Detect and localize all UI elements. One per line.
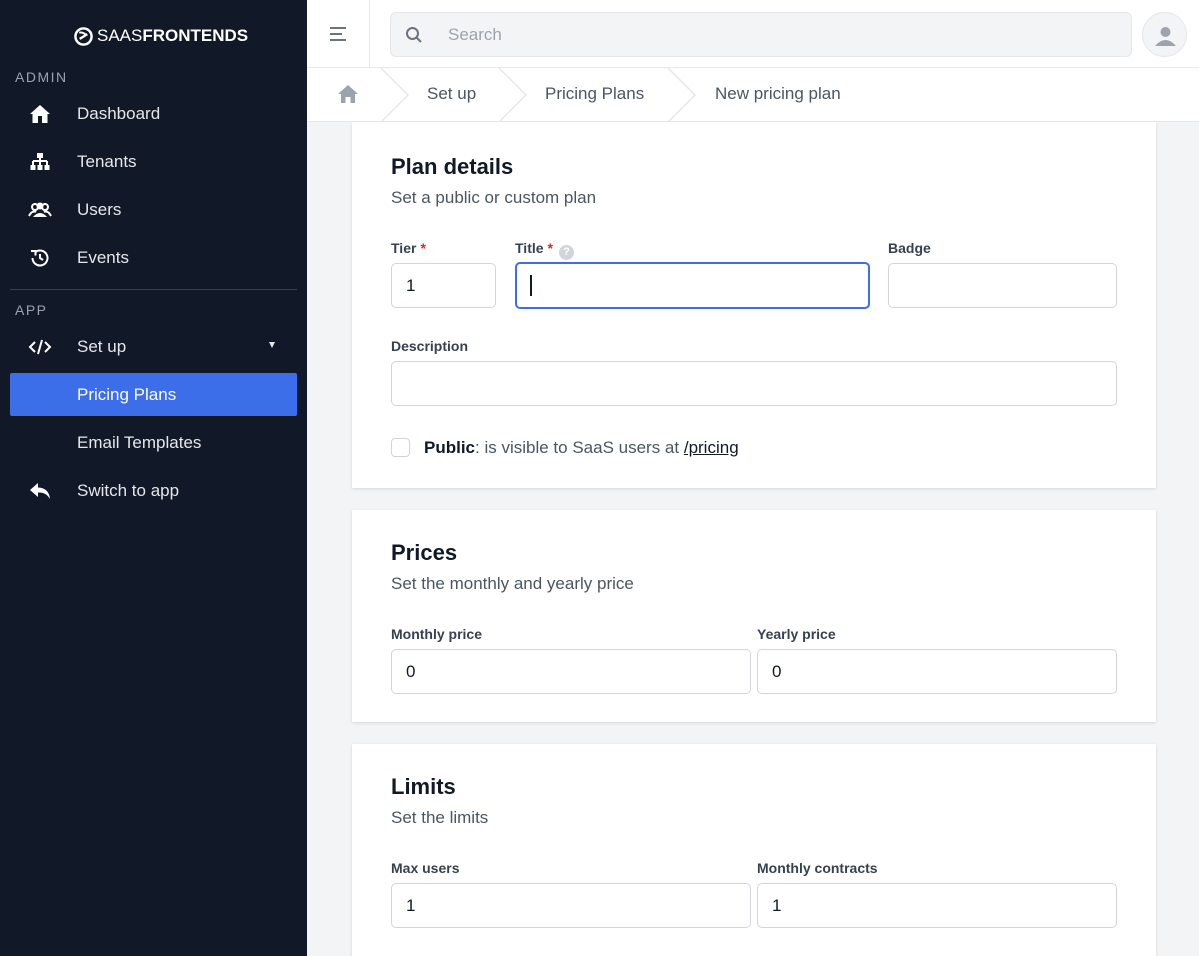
yearly-price-input[interactable]: 0	[757, 649, 1117, 694]
home-icon[interactable]	[337, 84, 359, 104]
badge-label: Badge	[888, 240, 931, 256]
sidebar: SAASFRONTENDS ADMIN Dashboard Tenants Us…	[0, 0, 307, 956]
code-icon	[28, 339, 52, 355]
limits-card: Limits Set the limits Max users 1 Monthl…	[352, 744, 1156, 956]
sidebar-item-email-templates[interactable]: Email Templates	[10, 421, 297, 464]
history-icon	[31, 249, 49, 267]
avatar[interactable]	[1142, 12, 1187, 57]
plan-details-card: Plan details Set a public or custom plan…	[352, 122, 1156, 488]
required-marker: *	[547, 240, 553, 256]
monthly-contracts-input[interactable]: 1	[757, 883, 1117, 928]
card-subtitle: Set the limits	[391, 808, 489, 827]
title-input[interactable]	[515, 262, 870, 309]
public-checkbox[interactable]	[391, 438, 410, 457]
breadcrumb-separator	[667, 68, 697, 122]
public-description: Public: is visible to SaaS users at /pri…	[424, 438, 739, 457]
search-placeholder: Search	[448, 25, 502, 44]
description-label: Description	[391, 338, 469, 354]
brand-name: SAASFRONTENDS	[97, 26, 249, 45]
topbar: Search	[307, 0, 1199, 68]
sidebar-item-label: Set up	[77, 336, 127, 356]
breadcrumb: Set up Pricing Plans New pricing plan	[307, 68, 1199, 122]
sidebar-item-label: Tenants	[77, 151, 137, 171]
search-icon	[406, 27, 422, 43]
breadcrumb-item-pricing-plans[interactable]: Pricing Plans	[545, 84, 644, 104]
tier-input[interactable]: 1	[391, 263, 496, 308]
section-label-admin: ADMIN	[15, 69, 68, 85]
main-content: Plan details Set a public or custom plan…	[307, 122, 1199, 956]
user-icon	[1155, 27, 1176, 46]
card-title: Limits	[391, 774, 456, 799]
prices-card: Prices Set the monthly and yearly price …	[352, 510, 1156, 722]
pricing-link[interactable]: /pricing	[684, 438, 739, 457]
sidebar-item-label: Switch to app	[77, 480, 180, 500]
breadcrumb-separator	[380, 68, 410, 122]
brand-logo[interactable]: SAASFRONTENDS	[74, 26, 248, 46]
monthly-contracts-label: Monthly contracts	[757, 860, 878, 876]
section-label-app: APP	[15, 302, 48, 318]
sidebar-divider	[10, 289, 297, 290]
card-subtitle: Set the monthly and yearly price	[391, 574, 634, 593]
sidebar-item-label: Pricing Plans	[77, 384, 177, 404]
reply-icon	[30, 483, 50, 499]
yearly-price-label: Yearly price	[757, 626, 836, 642]
tier-label: Tier *	[391, 240, 426, 256]
sidebar-item-label: Dashboard	[77, 103, 161, 123]
home-icon	[30, 105, 50, 123]
breadcrumb-separator	[498, 68, 528, 122]
required-marker: *	[420, 240, 426, 256]
card-title: Prices	[391, 540, 458, 565]
sidebar-item-dashboard[interactable]: Dashboard	[10, 92, 297, 135]
menu-icon	[330, 27, 346, 41]
search-input[interactable]: Search	[390, 12, 1132, 57]
monthly-price-input[interactable]: 0	[391, 649, 751, 694]
sidebar-item-label: Events	[77, 247, 129, 267]
sidebar-item-label: Email Templates	[77, 432, 202, 452]
sidebar-item-events[interactable]: Events	[10, 236, 297, 279]
chevron-down-icon	[269, 342, 275, 348]
card-title: Plan details	[391, 154, 514, 179]
breadcrumb-item-setup[interactable]: Set up	[427, 84, 476, 104]
sitemap-icon	[30, 153, 50, 170]
menu-toggle-button[interactable]	[307, 0, 370, 68]
sidebar-item-setup[interactable]: Set up	[10, 325, 297, 368]
max-users-input[interactable]: 1	[391, 883, 751, 928]
description-input[interactable]	[391, 361, 1117, 406]
badge-input[interactable]	[888, 263, 1117, 308]
users-icon	[28, 202, 52, 217]
sidebar-item-tenants[interactable]: Tenants	[10, 140, 297, 183]
title-label: Title *?	[515, 240, 574, 260]
sidebar-item-switch-to-app[interactable]: Switch to app	[10, 469, 297, 512]
card-subtitle: Set a public or custom plan	[391, 188, 597, 207]
sidebar-item-label: Users	[77, 199, 122, 219]
text-cursor	[530, 275, 532, 297]
monthly-price-label: Monthly price	[391, 626, 483, 642]
max-users-label: Max users	[391, 860, 460, 876]
sidebar-item-users[interactable]: Users	[10, 188, 297, 231]
help-icon[interactable]: ?	[558, 245, 574, 260]
breadcrumb-item-new-pricing-plan: New pricing plan	[715, 84, 841, 103]
sidebar-item-pricing-plans[interactable]: Pricing Plans	[10, 373, 297, 416]
logo-icon	[74, 26, 93, 46]
